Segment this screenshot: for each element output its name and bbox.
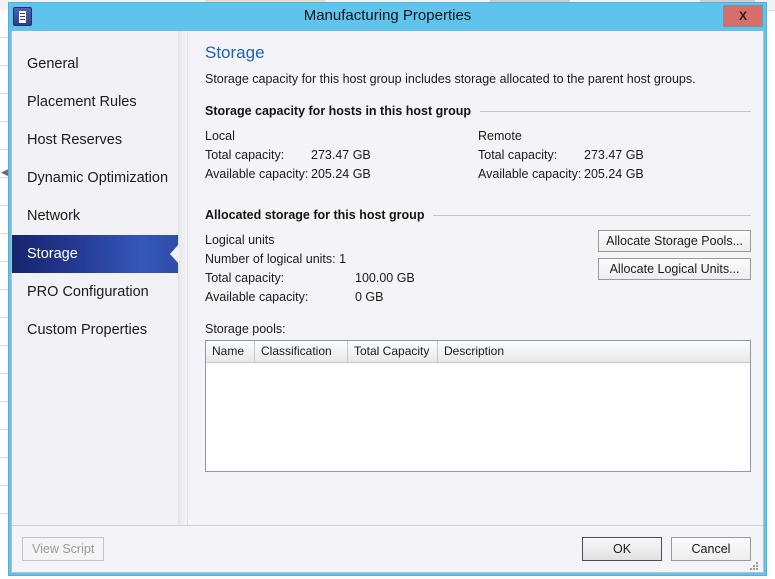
local-total-capacity-value: 273.47 GB xyxy=(311,148,371,162)
sidebar-item-label: General xyxy=(27,56,79,72)
allocated-storage-body: Logical units Number of logical units: 1… xyxy=(205,230,751,304)
dialog-title: Manufacturing Properties xyxy=(303,7,472,24)
sidebar-item-placement-rules[interactable]: Placement Rules xyxy=(12,83,178,121)
sidebar-item-dynamic-optimization[interactable]: Dynamic Optimization xyxy=(12,159,178,197)
dialog-body: General Placement Rules Host Reserves Dy… xyxy=(11,31,764,573)
allocated-available-capacity-row: Available capacity: 0 GB xyxy=(205,290,751,304)
remote-total-capacity-row: Total capacity: 273.47 GB xyxy=(478,148,751,162)
allocated-available-capacity-label: Available capacity: xyxy=(205,290,309,304)
local-total-capacity-row: Total capacity: 273.47 GB xyxy=(205,148,478,162)
sidebar-item-label: Custom Properties xyxy=(27,322,148,338)
sidebar-item-label: PRO Configuration xyxy=(27,284,149,300)
allocated-section-label: Allocated storage for this host group xyxy=(205,208,425,222)
local-available-capacity-label: Available capacity: xyxy=(205,167,309,181)
sidebar-item-general[interactable]: General xyxy=(12,45,178,83)
section-divider xyxy=(433,214,751,216)
settings-sidebar: General Placement Rules Host Reserves Dy… xyxy=(12,31,179,525)
local-available-capacity-value: 205.24 GB xyxy=(311,167,371,181)
column-header-total-capacity[interactable]: Total Capacity xyxy=(348,341,438,362)
sidebar-item-storage[interactable]: Storage xyxy=(12,235,179,273)
column-header-name[interactable]: Name xyxy=(206,341,255,362)
dialog-panes: General Placement Rules Host Reserves Dy… xyxy=(12,31,763,526)
column-header-description[interactable]: Description xyxy=(438,341,750,362)
allocate-storage-pools-button[interactable]: Allocate Storage Pools... xyxy=(598,230,751,252)
local-available-capacity-row: Available capacity: 205.24 GB xyxy=(205,167,478,181)
content-scroll-strip[interactable] xyxy=(179,31,188,525)
resize-grip-icon[interactable] xyxy=(748,559,760,571)
capacity-columns: Local Total capacity: 273.47 GB Availabl… xyxy=(205,129,751,186)
remote-total-capacity-label: Total capacity: xyxy=(478,148,558,162)
capacity-section-label: Storage capacity for hosts in this host … xyxy=(205,104,472,118)
local-total-capacity-label: Total capacity: xyxy=(205,148,285,162)
capacity-column-remote: Remote Total capacity: 273.47 GB Availab… xyxy=(478,129,751,186)
storage-pools-table[interactable]: Name Classification Total Capacity Descr… xyxy=(205,340,751,472)
capacity-column-title: Local xyxy=(205,129,235,143)
storage-pools-table-body[interactable] xyxy=(206,363,750,471)
remote-total-capacity-value: 273.47 GB xyxy=(584,148,644,162)
close-button[interactable]: X xyxy=(723,5,763,27)
dialog-titlebar: Manufacturing Properties X xyxy=(9,3,766,31)
storage-settings-panel: Storage Storage capacity for this host g… xyxy=(179,31,763,525)
background-collapse-arrow-icon: ◀ xyxy=(1,167,8,177)
properties-dialog: Manufacturing Properties X General Place… xyxy=(8,2,767,576)
cancel-button[interactable]: Cancel xyxy=(671,537,751,561)
storage-pools-table-header: Name Classification Total Capacity Descr… xyxy=(206,341,750,363)
allocate-buttons-group: Allocate Storage Pools... Allocate Logic… xyxy=(598,230,751,280)
capacity-section-header: Storage capacity for hosts in this host … xyxy=(205,104,751,118)
capacity-column-local: Local Total capacity: 273.47 GB Availabl… xyxy=(205,129,478,186)
allocated-available-capacity-value: 0 GB xyxy=(355,290,384,304)
number-of-logical-units-value: 1 xyxy=(339,252,347,266)
column-header-classification[interactable]: Classification xyxy=(255,341,348,362)
sidebar-item-label: Host Reserves xyxy=(27,132,123,148)
page-title: Storage xyxy=(205,43,265,62)
sidebar-item-custom-properties[interactable]: Custom Properties xyxy=(12,311,178,349)
number-of-logical-units-label: Number of logical units: xyxy=(205,252,336,266)
ok-button[interactable]: OK xyxy=(582,537,662,561)
selected-indicator-chevron-icon xyxy=(165,235,179,273)
storage-pools-label: Storage pools: xyxy=(205,322,286,336)
sidebar-item-label: Storage xyxy=(27,246,78,262)
allocated-section-header: Allocated storage for this host group xyxy=(205,208,751,222)
sidebar-item-network[interactable]: Network xyxy=(12,197,178,235)
sidebar-item-host-reserves[interactable]: Host Reserves xyxy=(12,121,178,159)
sidebar-item-label: Dynamic Optimization xyxy=(27,170,169,186)
dialog-action-buttons: OK Cancel xyxy=(582,537,751,561)
allocated-total-capacity-value: 100.00 GB xyxy=(355,271,415,285)
page-description: Storage capacity for this host group inc… xyxy=(205,72,696,86)
remote-available-capacity-value: 205.24 GB xyxy=(584,167,644,181)
sidebar-item-pro-configuration[interactable]: PRO Configuration xyxy=(12,273,178,311)
capacity-column-title: Remote xyxy=(478,129,522,143)
allocated-total-capacity-label: Total capacity: xyxy=(205,271,285,285)
remote-available-capacity-row: Available capacity: 205.24 GB xyxy=(478,167,751,181)
sidebar-item-label: Network xyxy=(27,208,81,224)
view-script-button[interactable]: View Script xyxy=(22,537,105,561)
remote-available-capacity-label: Available capacity: xyxy=(478,167,582,181)
allocate-logical-units-button[interactable]: Allocate Logical Units... xyxy=(598,258,751,280)
dialog-footer: View Script OK Cancel xyxy=(12,526,763,572)
section-divider xyxy=(480,110,751,112)
sidebar-item-label: Placement Rules xyxy=(27,94,137,110)
